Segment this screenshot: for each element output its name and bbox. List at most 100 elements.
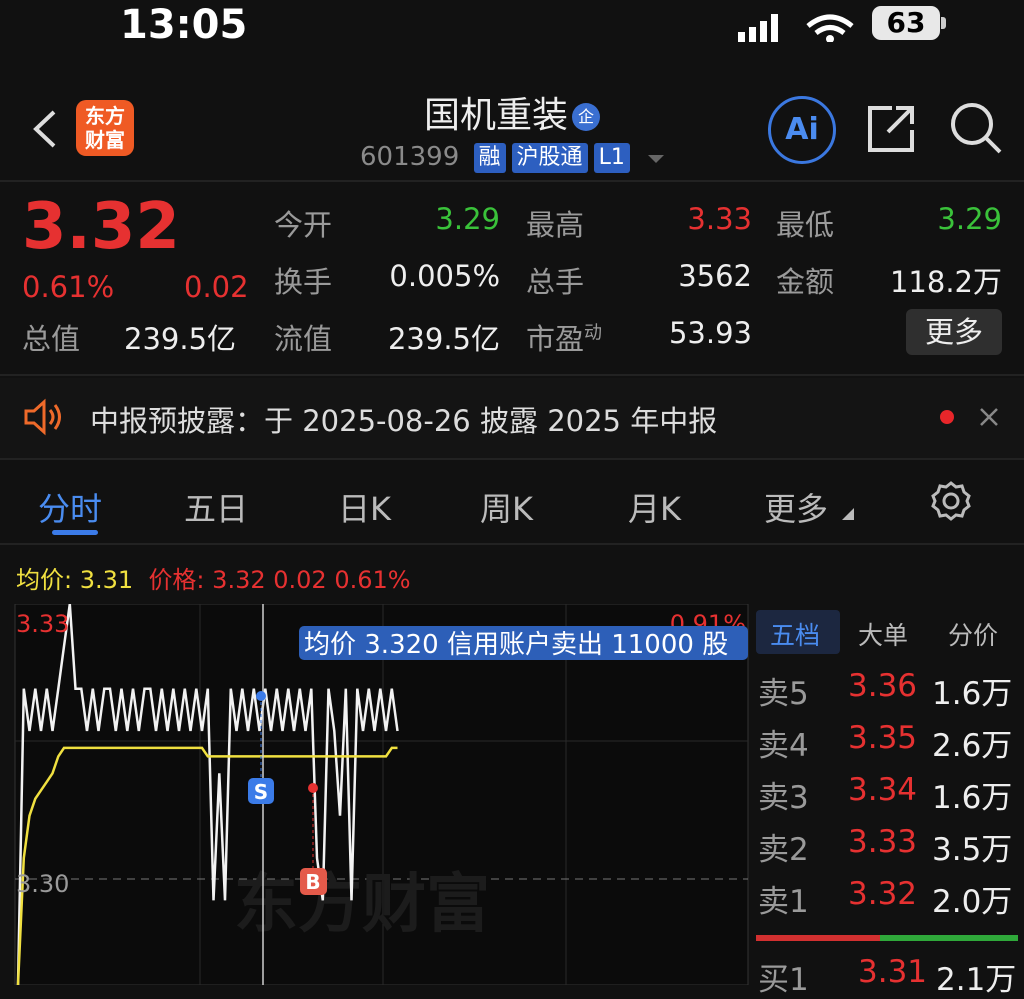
more-quote-button[interactable]: 更多 <box>906 309 1002 355</box>
cellular-wifi-icon <box>738 14 854 42</box>
float-value: 239.5亿 <box>387 322 500 356</box>
turnover-label: 换手 <box>274 265 333 299</box>
battery-tip <box>941 17 946 29</box>
price-label: 价格: <box>148 566 205 594</box>
open-value: 3.29 <box>435 202 500 236</box>
bid-volume: 2.1万 <box>936 962 1017 998</box>
ask-row-5: 卖5 3.36 1.6万 <box>758 668 1022 713</box>
volume-label: 总手 <box>526 265 585 299</box>
dropdown-triangle-icon <box>648 155 665 163</box>
open-label: 今开 <box>274 208 333 242</box>
tab-price-distribution[interactable]: 分价 <box>948 616 998 652</box>
pe-superscript: 动 <box>584 322 603 344</box>
tab-five-levels[interactable]: 五档 <box>770 616 820 652</box>
gear-icon[interactable] <box>930 480 972 522</box>
amount-label: 金额 <box>776 265 835 299</box>
intraday-chart[interactable]: 东方财富 S B 3.33 3.30 0.91% 均价 3.320 信用账户卖出… <box>0 604 752 985</box>
low-label: 最低 <box>776 208 835 242</box>
chart-legend: 均价: 3.31 价格: 3.32 0.02 0.61% <box>16 560 411 595</box>
avg-value: 3.31 <box>79 566 134 594</box>
active-tab-indicator <box>52 530 98 535</box>
turnover-value: 0.005% <box>389 259 500 293</box>
legend-change-pct: 0.61% <box>334 566 411 594</box>
battery-indicator: 63 <box>872 6 940 40</box>
ask-price: 3.32 <box>848 876 918 912</box>
stock-code-line[interactable]: 601399 融沪股通 L1 <box>360 142 666 173</box>
pe-value: 53.93 <box>668 316 752 350</box>
total-value: 239.5亿 <box>124 322 237 356</box>
low-value: 3.29 <box>937 202 1002 236</box>
ask-label: 卖2 <box>758 832 809 868</box>
buy-marker-dot <box>308 783 318 793</box>
tab-daily-k[interactable]: 日K <box>338 484 391 530</box>
bid-strength-bar <box>880 935 1018 941</box>
tab-weekly-k[interactable]: 周K <box>480 484 533 530</box>
sell-marker-letter: S <box>254 780 268 804</box>
high-label: 最高 <box>526 208 585 242</box>
ask-label: 卖3 <box>758 780 809 816</box>
quote-divider <box>0 374 1024 376</box>
avg-label: 均价: <box>16 566 73 594</box>
legend-change: 0.02 <box>273 566 327 594</box>
volume-value: 3562 <box>678 259 752 293</box>
bid-row-1: 买1 3.31 2.1万 <box>758 954 1022 999</box>
ai-assistant-button[interactable]: Ai <box>768 96 836 164</box>
ask-row-2: 卖2 3.33 3.5万 <box>758 824 1022 869</box>
notice-divider <box>0 458 1024 460</box>
float-value-label: 流值 <box>274 322 333 356</box>
legend-price: 3.32 <box>212 566 266 594</box>
current-price: 3.32 <box>22 190 180 264</box>
amount-value: 118.2万 <box>889 265 1002 299</box>
watermark: 东方财富 <box>234 868 490 942</box>
ask-volume: 1.6万 <box>932 676 1013 712</box>
header-divider <box>0 180 1024 182</box>
ask-price: 3.36 <box>848 668 918 704</box>
ask-label: 卖1 <box>758 884 809 920</box>
total-value-label: 总值 <box>22 322 81 356</box>
order-book-panel: 五档 大单 分价 卖5 3.36 1.6万 卖4 3.35 2.6万 卖3 3.… <box>752 604 1024 998</box>
ask-price: 3.35 <box>848 720 918 756</box>
tag-level1: L1 <box>593 142 630 173</box>
pe-label-text: 市盈 <box>526 322 585 356</box>
notice-text: 中报预披露：于 2025-08-26 披露 2025 年中报 <box>90 404 718 438</box>
ask-row-1: 卖1 3.32 2.0万 <box>758 876 1022 921</box>
close-icon[interactable] <box>978 406 1000 428</box>
tab-large-orders[interactable]: 大单 <box>858 616 908 652</box>
ask-row-3: 卖3 3.34 1.6万 <box>758 772 1022 817</box>
ask-label: 卖4 <box>758 728 809 764</box>
ask-label: 卖5 <box>758 676 809 712</box>
y-bottom-label: 3.30 <box>16 870 69 898</box>
tooltip-text: 均价 3.320 信用账户卖出 11000 股 <box>304 630 728 660</box>
ask-price: 3.34 <box>848 772 918 808</box>
tag-shanghai-connect: 沪股通 <box>511 142 588 173</box>
search-icon[interactable] <box>948 100 1004 156</box>
change-amount: 0.02 <box>184 270 249 304</box>
tabs-divider <box>0 543 1024 545</box>
stock-name-text: 国机重装 <box>423 95 568 136</box>
tab-more[interactable]: 更多 <box>764 484 828 530</box>
ask-volume: 1.6万 <box>932 780 1013 816</box>
buy-marker-letter: B <box>305 870 320 894</box>
unread-dot <box>940 410 954 424</box>
tab-five-day[interactable]: 五日 <box>184 484 248 530</box>
share-icon[interactable] <box>866 102 918 154</box>
y-top-label: 3.33 <box>16 610 69 638</box>
tab-intraday[interactable]: 分时 <box>38 484 102 530</box>
high-value: 3.33 <box>687 202 752 236</box>
pe-label: 市盈动 <box>526 316 602 358</box>
tag-margin: 融 <box>473 142 506 173</box>
stock-code: 601399 <box>360 142 460 172</box>
ask-price: 3.33 <box>848 824 918 860</box>
tab-monthly-k[interactable]: 月K <box>628 484 681 530</box>
change-percent: 0.61% <box>22 270 115 304</box>
status-time: 13:05 <box>120 2 248 48</box>
bid-label: 买1 <box>758 962 809 998</box>
ask-volume: 3.5万 <box>932 832 1013 868</box>
enterprise-badge: 企 <box>572 103 600 131</box>
speaker-icon <box>24 398 61 436</box>
ask-volume: 2.0万 <box>932 884 1013 920</box>
ask-volume: 2.6万 <box>932 728 1013 764</box>
ask-strength-bar <box>756 935 880 941</box>
sell-marker-dot <box>256 691 266 701</box>
more-triangle-icon <box>842 508 854 520</box>
